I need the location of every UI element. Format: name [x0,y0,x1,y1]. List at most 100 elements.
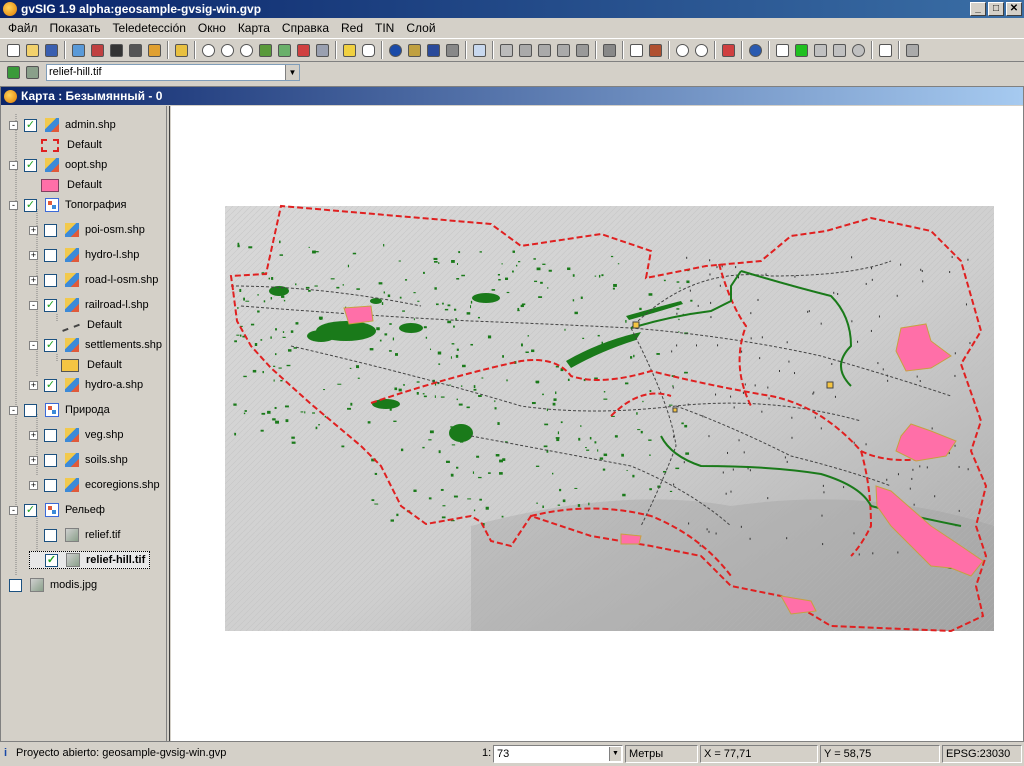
select-pointer-icon[interactable] [497,41,515,59]
toc-item-soils-shp[interactable]: + soils.shp [29,451,128,469]
select-layer-icon[interactable] [340,41,358,59]
layer-properties-icon[interactable] [172,41,190,59]
collapse-icon[interactable]: - [9,505,18,515]
edit-line-icon[interactable] [811,41,829,59]
overview-icon[interactable] [719,41,737,59]
new-project-icon[interactable] [4,41,22,59]
layer-visibility-checkbox[interactable]: ✓ [45,553,58,567]
raster-layer-icon[interactable] [23,63,41,81]
raster-layer-select[interactable]: relief-hill.tif ▼ [46,63,300,81]
toc-item-oopt-shp[interactable]: - ✓ oopt.shp [9,156,107,174]
close-button[interactable]: ✕ [1006,2,1022,16]
toc-item-hydro-l-shp[interactable]: + hydro-l.shp [29,246,139,264]
chevron-down-icon[interactable]: ▼ [285,64,299,80]
edit-select-icon[interactable] [792,41,810,59]
map-view[interactable] [171,106,1023,741]
toc-item-road-l-osm-shp[interactable]: + road-l-osm.shp [29,271,158,289]
layer-visibility-checkbox[interactable] [44,223,57,237]
menu-view[interactable]: Показать [44,21,107,35]
zoom-select-icon[interactable] [275,41,293,59]
toc-item-relief-tif[interactable]: relief.tif [29,526,120,544]
table-icon[interactable] [600,41,618,59]
add-event-layer-icon[interactable] [88,41,106,59]
toc-item-рельеф[interactable]: - ✓ Рельеф [9,501,105,519]
full-extent-icon[interactable] [256,41,274,59]
maximize-button[interactable]: □ [988,2,1004,16]
expand-icon[interactable]: + [29,275,38,285]
edit-vertex-icon[interactable] [773,41,791,59]
toc-item-admin-shp[interactable]: - ✓ admin.shp [9,116,116,134]
select-poly-icon[interactable] [535,41,553,59]
print-icon[interactable] [107,41,125,59]
legend-entry[interactable]: Default [61,356,122,374]
search-map-icon[interactable] [746,41,764,59]
expand-icon[interactable]: + [29,380,38,390]
menu-teledeteccion[interactable]: Teledetección [107,21,192,35]
raster-tools-icon[interactable] [4,63,22,81]
tools-icon[interactable] [646,41,664,59]
legend-entry[interactable]: Default [41,136,102,154]
layout-icon[interactable] [126,41,144,59]
info-icon[interactable] [386,41,404,59]
layer-visibility-checkbox[interactable] [44,428,57,442]
legend-entry[interactable]: Default [41,176,102,194]
topology-icon[interactable] [903,41,921,59]
menu-map[interactable]: Карта [232,21,276,35]
menu-layer[interactable]: Слой [400,21,441,35]
legend-entry[interactable]: Default [60,316,122,334]
collapse-icon[interactable]: - [9,120,18,130]
layer-visibility-checkbox[interactable] [44,453,57,467]
invert-select-icon[interactable] [554,41,572,59]
menu-tin[interactable]: TIN [369,21,400,35]
zoom-in-icon[interactable] [199,41,217,59]
layer-visibility-checkbox[interactable] [44,248,57,262]
minimize-button[interactable]: _ [970,2,986,16]
measure-area-icon[interactable] [424,41,442,59]
layer-visibility-checkbox[interactable] [9,578,22,592]
measure-distance-icon[interactable] [405,41,423,59]
toc-item-railroad-l-shp[interactable]: - ✓ railroad-l.shp [29,296,149,314]
layer-visibility-checkbox[interactable]: ✓ [44,298,57,312]
toc-item-ecoregions-shp[interactable]: + ecoregions.shp [29,476,160,494]
layer-visibility-checkbox[interactable]: ✓ [24,158,37,172]
menu-help[interactable]: Справка [276,21,335,35]
menu-window[interactable]: Окно [192,21,232,35]
collapse-icon[interactable]: - [9,160,18,170]
expand-icon[interactable]: + [29,480,38,490]
menu-red[interactable]: Red [335,21,369,35]
toc-item-poi-osm-shp[interactable]: + poi-osm.shp [29,221,145,239]
toc-item-топография[interactable]: - ✓ Топография [9,196,126,214]
zoom-layer-icon[interactable] [294,41,312,59]
layer-visibility-checkbox[interactable]: ✓ [24,118,37,132]
collapse-icon[interactable]: - [9,405,18,415]
layer-visibility-checkbox[interactable]: ✓ [24,503,37,517]
save-project-icon[interactable] [42,41,60,59]
menu-file[interactable]: Файл [2,21,44,35]
chevron-down-icon[interactable]: ▼ [609,747,621,761]
toc-item-veg-shp[interactable]: + veg.shp [29,426,124,444]
toc-item-modis-jpg[interactable]: modis.jpg [9,576,97,594]
toc-splitter[interactable] [167,106,170,741]
map-canvas[interactable] [171,106,1023,741]
scale-combo[interactable]: 73 ▼ [493,745,623,763]
find-attr-icon[interactable] [692,41,710,59]
add-layer-icon[interactable] [69,41,87,59]
grid-icon[interactable] [627,41,645,59]
zoom-back-icon[interactable] [313,41,331,59]
zoom-minus-icon[interactable] [237,41,255,59]
layer-visibility-checkbox[interactable]: ✓ [44,378,57,392]
layer-visibility-checkbox[interactable] [44,478,57,492]
find-icon[interactable] [673,41,691,59]
expand-icon[interactable]: + [29,430,38,440]
clear-select-icon[interactable] [573,41,591,59]
expand-icon[interactable]: + [29,225,38,235]
pan-hand-icon[interactable] [359,41,377,59]
layer-visibility-checkbox[interactable] [44,273,57,287]
coordinates-icon[interactable] [470,41,488,59]
expand-icon[interactable]: + [29,455,38,465]
edit-table-icon[interactable] [876,41,894,59]
collapse-icon[interactable]: - [9,200,18,210]
zoom-out-icon[interactable] [218,41,236,59]
open-project-icon[interactable] [23,41,41,59]
collapse-icon[interactable]: - [29,340,38,350]
